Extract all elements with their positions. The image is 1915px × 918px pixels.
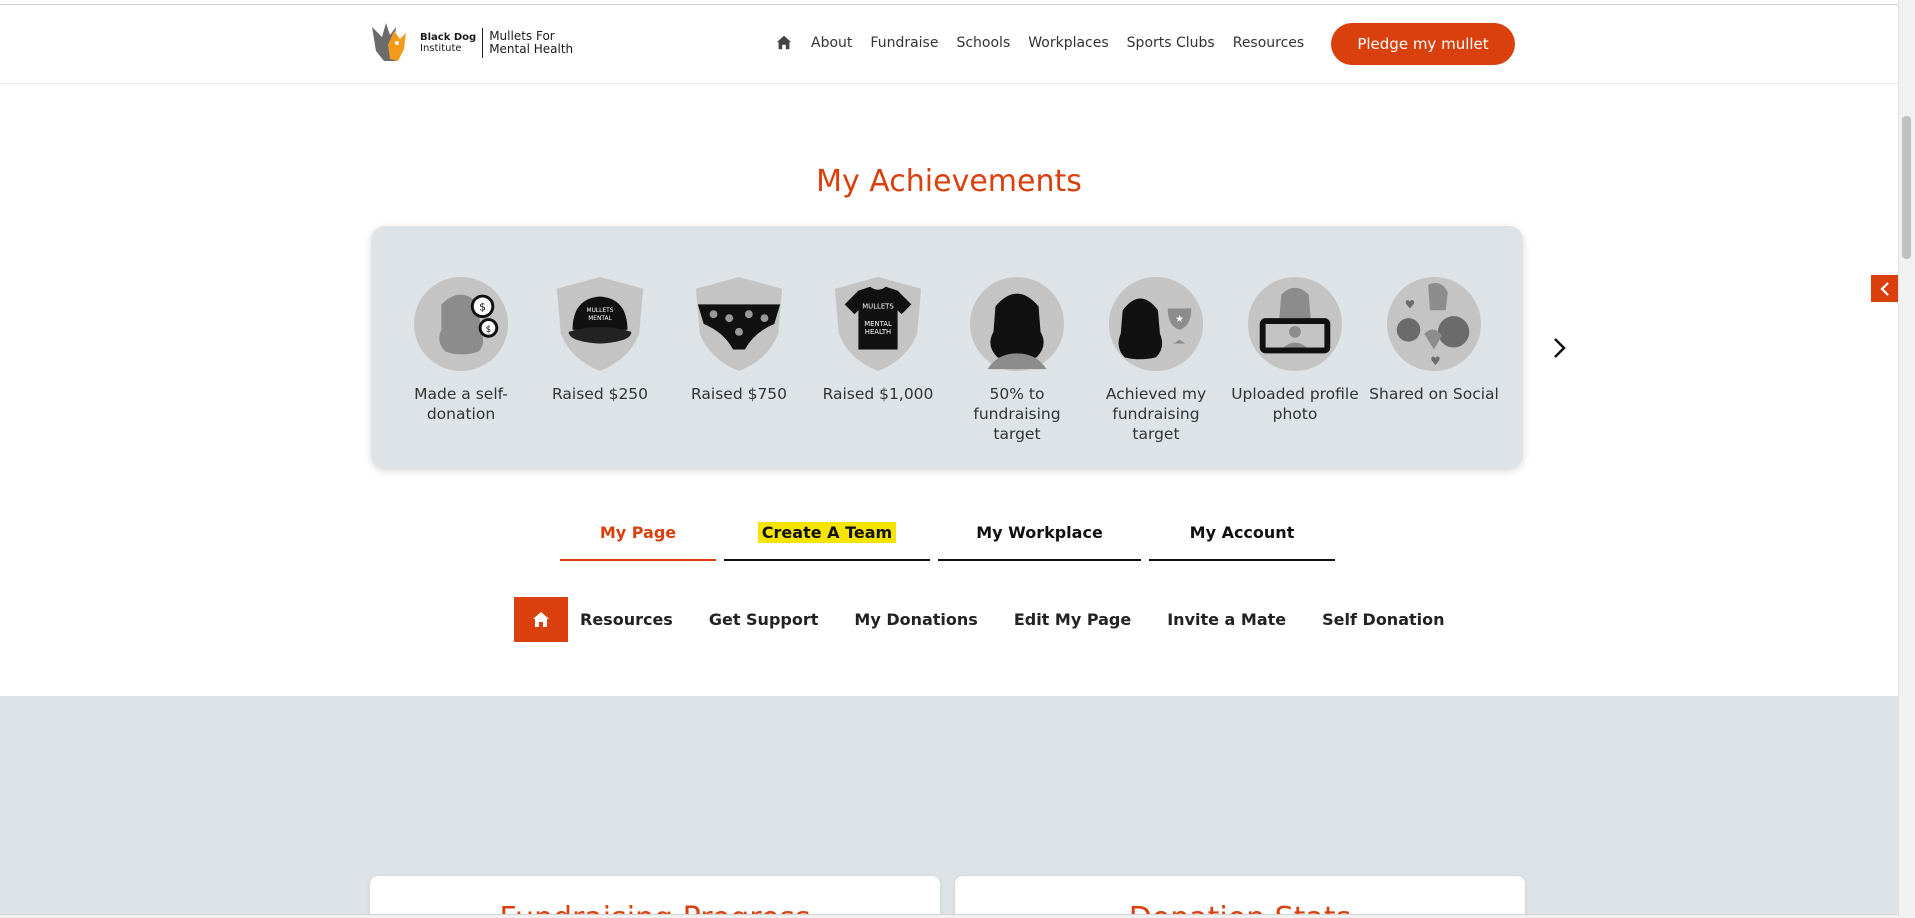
- side-panel-toggle[interactable]: [1871, 275, 1898, 302]
- nav-about[interactable]: About: [811, 35, 852, 51]
- logo-brand-sub: Institute: [420, 43, 462, 54]
- svg-text:HEALTH: HEALTH: [865, 328, 891, 336]
- badge-raised-250: MULLETS MENTAL Raised $250: [535, 274, 665, 404]
- badge-label: Achieved my fundraising target: [1105, 385, 1207, 443]
- badge-label: 50% to fundraising target: [973, 385, 1061, 443]
- nav-workplaces[interactable]: Workplaces: [1028, 35, 1108, 51]
- logo-brand: Black Dog Institute: [420, 32, 476, 54]
- badge-label: Shared on Social: [1369, 385, 1499, 403]
- svg-text:MULLETS: MULLETS: [862, 302, 893, 310]
- page-subnav: Resources Get Support My Donations Edit …: [514, 597, 1463, 642]
- subnav-get-support[interactable]: Get Support: [691, 610, 837, 629]
- home-icon: [533, 611, 549, 627]
- mullet-coins-icon: $ $: [413, 276, 509, 372]
- account-tabs: My Page Create A Team My Workplace My Ac…: [560, 505, 1335, 561]
- badge-label: Raised $250: [551, 385, 649, 403]
- tab-label: My Workplace: [976, 522, 1103, 542]
- logo-brand-bold: Black Dog: [420, 32, 477, 43]
- cap-icon: MULLETS MENTAL: [556, 276, 644, 372]
- tab-my-workplace[interactable]: My Workplace: [938, 505, 1141, 561]
- chevron-left-icon: [1879, 281, 1889, 296]
- nav-resources[interactable]: Resources: [1233, 35, 1305, 51]
- page: Black Dog Institute Mullets For Mental H…: [0, 0, 1915, 918]
- badge-raised-1000: MULLETS MENTAL HEALTH Raised $1,000: [813, 274, 943, 404]
- tab-label: My Account: [1189, 522, 1295, 542]
- badge-target-achieved: ★ Achieved my fundraising target: [1091, 274, 1221, 444]
- site-logo[interactable]: Black Dog Institute Mullets For Mental H…: [370, 20, 573, 66]
- home-icon[interactable]: [775, 34, 793, 52]
- scrollbar-thumb[interactable]: [1902, 116, 1911, 259]
- svg-text:$: $: [486, 325, 492, 335]
- pledge-button[interactable]: Pledge my mullet: [1331, 23, 1515, 65]
- logo-campaign-line2: Mental Health: [489, 42, 574, 56]
- svg-text:MENTAL: MENTAL: [864, 320, 892, 328]
- badge-self-donation: $ $ Made a self-donation: [396, 274, 526, 424]
- black-dog-logo-icon: [372, 23, 406, 61]
- tab-label: My Page: [599, 522, 677, 542]
- window-bottom-edge: [0, 914, 1898, 918]
- logo-campaign: Mullets For Mental Health: [489, 30, 573, 56]
- achievements-title: My Achievements: [816, 164, 1082, 199]
- badge-profile-photo: Uploaded profile photo: [1230, 274, 1360, 424]
- subnav-edit-my-page[interactable]: Edit My Page: [996, 610, 1149, 629]
- logo-divider: [482, 28, 484, 58]
- donation-stats-card: Donation Stats: [955, 876, 1525, 918]
- badge-label: Raised $750: [690, 385, 788, 403]
- stats-section: [0, 696, 1898, 918]
- nav-sports-clubs[interactable]: Sports Clubs: [1127, 35, 1215, 51]
- undies-icon: [695, 276, 783, 372]
- svg-text:MULLETS: MULLETS: [587, 308, 614, 314]
- mullet-trophy-icon: ★: [1108, 276, 1204, 372]
- badge-raised-750: Raised $750: [674, 274, 804, 404]
- subnav-resources[interactable]: Resources: [580, 610, 691, 629]
- page-scrollbar[interactable]: [1898, 0, 1915, 918]
- site-header: Black Dog Institute Mullets For Mental H…: [0, 6, 1898, 84]
- mullet-icon: [969, 276, 1065, 372]
- tshirt-icon: MULLETS MENTAL HEALTH: [834, 276, 922, 372]
- nav-fundraise[interactable]: Fundraise: [870, 35, 938, 51]
- badge-label: Made a self-donation: [414, 385, 508, 423]
- nav-schools[interactable]: Schools: [956, 35, 1010, 51]
- svg-text:♥: ♥: [1430, 354, 1441, 368]
- main-nav: About Fundraise Schools Workplaces Sport…: [775, 22, 1304, 64]
- tab-create-a-team[interactable]: Create A Team: [724, 505, 930, 561]
- tab-label: Create A Team: [757, 521, 897, 543]
- subnav-self-donation[interactable]: Self Donation: [1304, 610, 1462, 629]
- achievements-carousel: $ $ Made a self-donation MULLETS MENTAL …: [371, 226, 1523, 469]
- svg-text:$: $: [479, 300, 486, 313]
- badge-label: Raised $1,000: [822, 385, 934, 403]
- svg-text:★: ★: [1175, 314, 1184, 325]
- subnav-home-button[interactable]: [514, 597, 568, 642]
- fundraising-progress-card: Fundraising Progress: [370, 876, 940, 918]
- badge-50-percent: 50% to fundraising target: [952, 274, 1082, 444]
- social-hearts-icon: ♥ ♥: [1386, 276, 1482, 372]
- svg-text:MENTAL: MENTAL: [588, 316, 612, 322]
- tab-my-page[interactable]: My Page: [560, 505, 716, 561]
- window-top-edge: [0, 0, 1898, 5]
- svg-text:♥: ♥: [1405, 297, 1416, 311]
- phone-photo-icon: [1247, 276, 1343, 372]
- tab-my-account[interactable]: My Account: [1149, 505, 1335, 561]
- badge-label: Uploaded profile photo: [1231, 385, 1359, 423]
- badge-shared-social: ♥ ♥ Shared on Social: [1369, 274, 1499, 404]
- subnav-invite-a-mate[interactable]: Invite a Mate: [1149, 610, 1304, 629]
- chevron-right-icon[interactable]: [1545, 333, 1575, 363]
- subnav-my-donations[interactable]: My Donations: [836, 610, 995, 629]
